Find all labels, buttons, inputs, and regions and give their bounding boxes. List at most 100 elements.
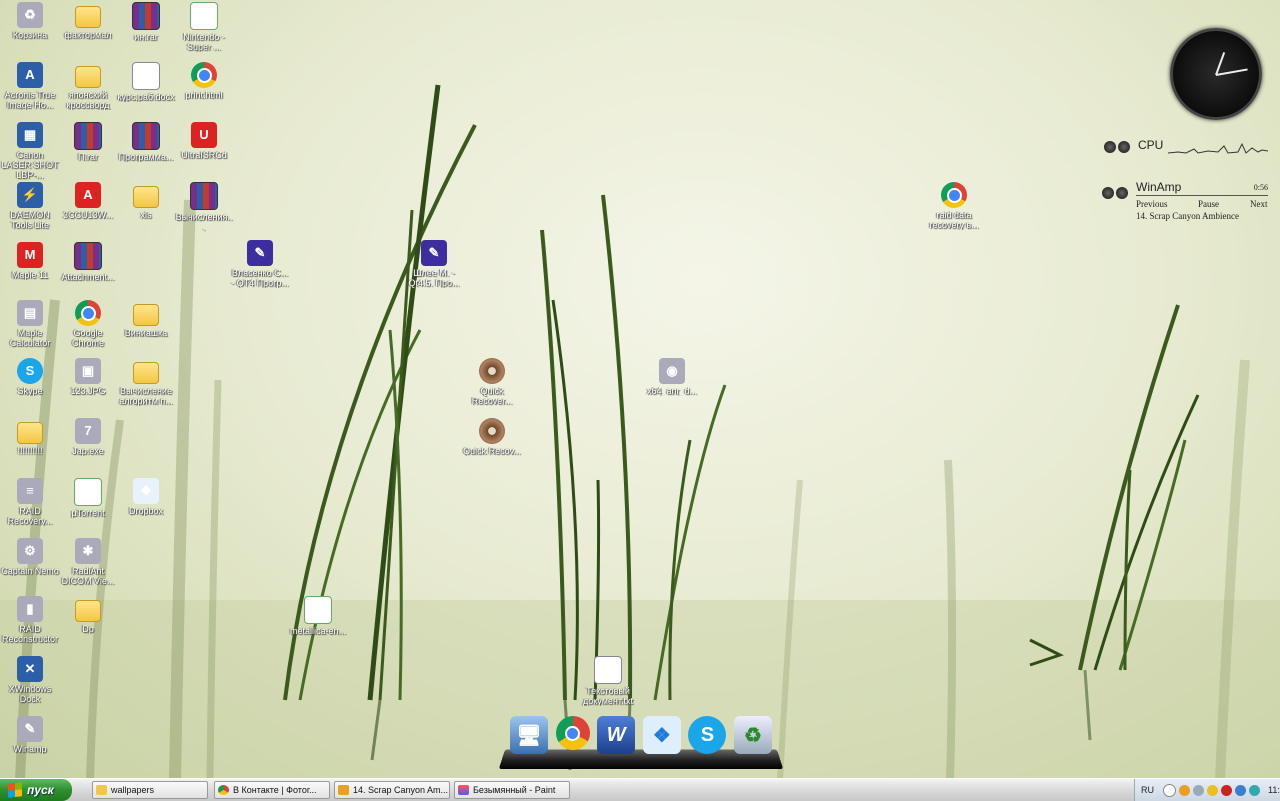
tray-collapse-icon[interactable]	[1163, 783, 1176, 797]
desktop-icon-chrome-html[interactable]: print.html	[174, 62, 234, 100]
folder-icon	[75, 66, 101, 88]
chrome-icon	[75, 300, 101, 326]
torrent-file-icon: µ	[304, 596, 332, 624]
tray-antivirus-icon[interactable]	[1221, 784, 1232, 796]
printer-icon: ▦	[17, 122, 43, 148]
dock-dropbox-icon[interactable]: ❖	[642, 716, 681, 754]
tray-volume-icon[interactable]	[1235, 784, 1246, 796]
desktop-icon-rar[interactable]: П.rar	[58, 122, 118, 162]
desktop-icon-label: Вычисление алгоритм п...	[119, 386, 173, 406]
desktop-icon-word-doc[interactable]: Wкурс.раб.docx	[116, 62, 176, 102]
desktop-icon-label: Виниашка	[124, 328, 168, 338]
cpu-label: CPU	[1138, 138, 1164, 152]
desktop-icon-installer[interactable]: ◉ x64_anr_d...	[642, 358, 702, 396]
desktop-icon-folder[interactable]: Вычисление алгоритм п...	[116, 358, 176, 406]
clock-gadget[interactable]	[1170, 28, 1262, 120]
desktop-icon-folder[interactable]: Dp	[58, 596, 118, 634]
nemo-glyph: ⚙	[24, 543, 36, 558]
folder-icon	[133, 362, 159, 384]
text-icon: ≡	[594, 656, 622, 684]
desktop-icon-label: UltraISRCd	[181, 150, 227, 160]
desktop-icon-label: metallica-en...	[289, 626, 347, 636]
desktop-icon-raid[interactable]: ≡ RAID Recovery...	[0, 478, 60, 526]
desktop-icon-chrome[interactable]: Google Chrome	[58, 300, 118, 348]
dock-skype-icon[interactable]: S	[688, 716, 727, 754]
desktop-icon-nemo[interactable]: ⚙ Captain Nemo	[0, 538, 60, 576]
desktop-icon-disk[interactable]: Quick Recov...	[462, 418, 522, 456]
desktop-icon-acronis[interactable]: A Acronis True Image Ho...	[0, 62, 60, 110]
dock-chrome-icon[interactable]	[555, 716, 590, 750]
desktop-icon-label: Программа...	[118, 152, 174, 162]
desktop-icon-folder[interactable]: фактормал	[58, 2, 118, 40]
desktop-icon-recycle-bin[interactable]: ♻ Корзина	[0, 2, 60, 40]
desktop-icon-radiant[interactable]: ✱ RadiAnt DICOM Vie...	[58, 538, 118, 586]
installer-glyph: ◉	[666, 363, 678, 378]
desktop-icon-utorrent[interactable]: µ µTorrent	[58, 478, 118, 518]
desktop-icon-djvu[interactable]: ✎ Шлее М. - Qt4.5. Про...	[404, 240, 464, 288]
desktop-icon-dropbox[interactable]: ❖ Dropbox	[116, 478, 176, 516]
desktop-icon-folder[interactable]: !!!!!!!!!!	[0, 418, 60, 456]
windows-logo-icon	[8, 782, 22, 798]
desktop-icon-daemon[interactable]: ⚡ DAEMON Tools Lite	[0, 182, 60, 230]
winamp-next-button[interactable]: Next	[1250, 199, 1268, 209]
dock-computer-icon[interactable]: 🖥	[510, 716, 548, 754]
desktop-icon-djvu[interactable]: ✎ Власенко С... - QT4 Прогр...	[230, 240, 290, 288]
raid-icon: ≡	[17, 478, 43, 504]
3c-glyph: A	[83, 187, 93, 202]
desktop-icon-skype[interactable]: S Skype	[0, 358, 60, 396]
tray-network-icon[interactable]	[1193, 784, 1204, 796]
taskbar-button-paint[interactable]: Безымянный - Paint	[454, 781, 570, 799]
desktop-icon-folder[interactable]: xls	[116, 182, 176, 220]
dropbox-icon: ❖	[133, 478, 159, 504]
desktop-icon-maple[interactable]: M Maple 11	[0, 242, 60, 280]
desktop-icon-3c[interactable]: A 3CCU13W...	[58, 182, 118, 220]
desktop-icon-label: Canon LASER SHOT LBP-...	[1, 150, 59, 180]
raid-rec-icon: ▮	[17, 596, 43, 622]
desktop-icon-folder[interactable]: Виниашка	[116, 300, 176, 338]
desktop-icon-chrome-html[interactable]: raid data recovery в...	[924, 182, 984, 230]
desktop[interactable]: ♻ Корзина фактормал ин.rar µ Nintendo - Super…	[0, 0, 1280, 778]
dock-recycle-bin-icon[interactable]: ♻	[733, 716, 772, 754]
desktop-icon-rar[interactable]: Программа...	[116, 122, 176, 162]
winamp-gadget[interactable]: WinAmp 0:56 Previous Pause Next 14. Scra…	[1100, 178, 1272, 224]
desktop-icon-raid-rec[interactable]: ▮ RAID Reconstructor	[0, 596, 60, 644]
tray-update-icon[interactable]	[1249, 784, 1260, 796]
desktop-icon-label: RAID Recovery...	[7, 506, 53, 526]
desktop-icon-printer[interactable]: ▦ Canon LASER SHOT LBP-...	[0, 122, 60, 180]
desktop-icon-rar[interactable]: ин.rar	[116, 2, 176, 42]
folder-icon	[75, 6, 101, 28]
language-indicator[interactable]: RU	[1141, 785, 1154, 795]
wallpaper-grass	[0, 84, 1280, 778]
skype-icon: S	[17, 358, 43, 384]
desktop-icon-calculator[interactable]: ▤ Maple Calculator	[0, 300, 60, 348]
dock-word-icon[interactable]: W	[597, 716, 636, 754]
desktop-icon-xwd[interactable]: ✕ XWindows Dock	[0, 656, 60, 704]
desktop-icon-rar[interactable]: Вычисления...	[174, 182, 234, 232]
cpu-meter-gadget[interactable]: CPU	[1100, 134, 1272, 158]
tray-clock[interactable]: 11:31	[1268, 785, 1280, 795]
chrome-icon	[218, 785, 229, 795]
taskbar-button-wallpapers[interactable]: wallpapers	[92, 781, 208, 799]
winamp-previous-button[interactable]: Previous	[1136, 199, 1168, 209]
cpu-gauge-icon	[1104, 140, 1132, 158]
desktop-icon-ultra[interactable]: U UltraISRCd	[174, 122, 234, 160]
taskbar-button-chrome[interactable]: В Контакте | Фотог...	[214, 781, 330, 799]
desktop-icon-torrent-file[interactable]: µ metallica-en...	[288, 596, 348, 636]
desktop-icon-label: Quick Recov...	[463, 446, 521, 456]
desktop-icon-folder[interactable]: японский кроссворд	[58, 62, 118, 110]
winamp-progress-bar[interactable]	[1136, 195, 1268, 196]
tray-shield-icon[interactable]	[1207, 784, 1218, 796]
desktop-icon-rar[interactable]: Attachment...	[58, 242, 118, 282]
desktop-icon-disk[interactable]: Quick Recover...	[462, 358, 522, 406]
desktop-icon-image[interactable]: ▣ 123.JPG	[58, 358, 118, 396]
tray-winamp-icon[interactable]	[1179, 784, 1190, 796]
desktop-icon-label: курс.раб.docx	[117, 92, 175, 102]
desktop-icon-label: µTorrent	[71, 508, 105, 518]
taskbar-button-winamp[interactable]: 14. Scrap Canyon Am...	[334, 781, 450, 799]
winamp-pause-button[interactable]: Pause	[1198, 199, 1219, 209]
start-button[interactable]: пуск	[0, 779, 72, 801]
desktop-icon-torrent-file[interactable]: µ Nintendo - Super ...	[174, 2, 234, 52]
desktop-icon-text[interactable]: ≡ Текстовый документ.txt	[578, 656, 638, 706]
desktop-icon-exe[interactable]: 7 Jap.exe	[58, 418, 118, 456]
desktop-icon-winamp[interactable]: ✎ Winamp	[0, 716, 60, 754]
